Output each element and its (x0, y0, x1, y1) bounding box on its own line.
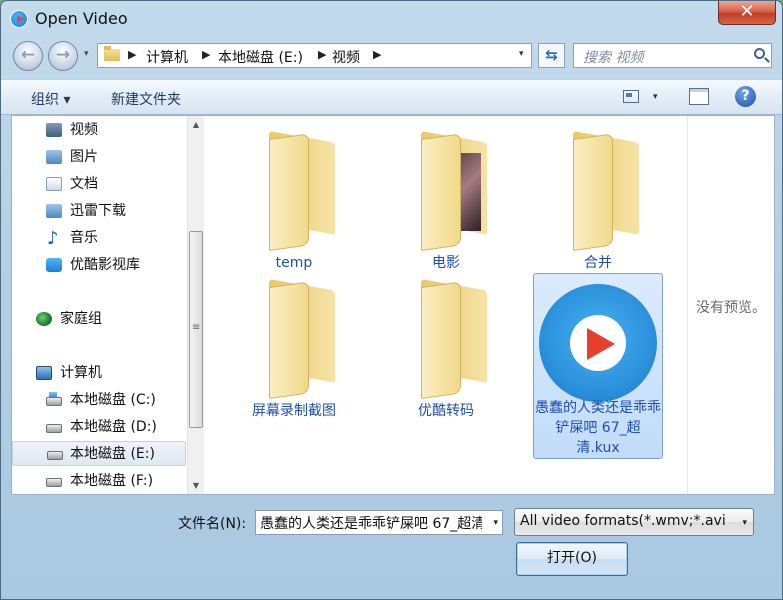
command-toolbar: 组织 ▾ 新建文件夹 ▾ ? (1, 79, 782, 115)
file-label: 愚蠢的人类还是乖乖铲屎吧 67_超清.kux (535, 400, 661, 456)
file-list: temp 电影 合并 屏幕录制截图 优酷转码 愚蠢的人类还是乖乖铲屎吧 67_超… (204, 116, 687, 494)
refresh-button[interactable]: ⇆ (538, 43, 565, 68)
sidebar-item-drive-f[interactable]: 本地磁盘 (F:) (42, 469, 182, 494)
no-preview-message: 没有预览。 (696, 300, 766, 316)
preview-pane-icon[interactable] (689, 88, 709, 105)
file-label: 优酷转码 (418, 403, 474, 419)
documents-library-icon (46, 177, 62, 191)
scroll-down-arrow-icon[interactable]: ▼ (188, 477, 204, 494)
sidebar-item-homegroup[interactable]: 家庭组 (32, 307, 182, 332)
filename-field[interactable]: 愚蠢的人类还是乖乖铲屎吧 67_超清.kux ▾ (255, 510, 503, 535)
sidebar-item-label: 迅雷下载 (70, 203, 126, 219)
recent-locations-dropdown[interactable]: ▾ (84, 49, 89, 59)
folder-item-screen-recordings[interactable]: 屏幕录制截图 (229, 269, 359, 455)
new-folder-button[interactable]: 新建文件夹 (111, 89, 181, 109)
sidebar-item-label: 计算机 (60, 365, 102, 381)
sidebar-item-youku[interactable]: 优酷影视库 (42, 253, 182, 278)
window-title: Open Video (35, 9, 128, 28)
sidebar-item-video[interactable]: 视频 (42, 118, 182, 143)
navigation-pane: 视频 图片 文档 迅雷下载 音乐 优酷影视库 (12, 116, 187, 494)
drive-icon (47, 451, 63, 460)
back-button[interactable]: ← (13, 41, 43, 71)
computer-icon (36, 366, 52, 380)
filename-value[interactable]: 愚蠢的人类还是乖乖铲屎吧 67_超清.kux (260, 513, 482, 533)
search-icon[interactable] (754, 48, 765, 59)
drive-icon (46, 424, 62, 433)
sidebar-item-computer[interactable]: 计算机 (32, 361, 182, 386)
preview-pane: 没有预览。 (687, 116, 774, 494)
help-icon[interactable]: ? (735, 86, 756, 107)
open-button[interactable]: 打开(O) (516, 542, 628, 576)
sidebar-item-label: 优酷影视库 (70, 257, 140, 273)
folder-front (421, 133, 461, 251)
folder-icon (104, 46, 120, 61)
sidebar-item-label: 本地磁盘 (E:) (70, 446, 155, 462)
sidebar-item-label: 本地磁盘 (C:) (70, 392, 156, 408)
sidebar-item-label: 图片 (70, 149, 98, 165)
breadcrumb-computer[interactable]: 计算机 (146, 47, 188, 67)
navigation-scrollbar[interactable]: ▲ ▼ (187, 116, 204, 494)
sidebar-item-label: 家庭组 (60, 311, 102, 327)
forward-button[interactable]: → (48, 41, 78, 71)
sidebar-item-label: 文档 (70, 176, 98, 192)
chevron-right-icon[interactable]: ▶ (373, 48, 381, 61)
chevron-down-icon[interactable]: ▾ (493, 518, 498, 528)
title-bar: Open Video ✕ (1, 1, 782, 37)
sidebar-item-drive-c[interactable]: 本地磁盘 (C:) (42, 388, 182, 413)
file-type-filter[interactable]: All video formats(*.wmv;*.avi ▾ (514, 508, 754, 536)
download-folder-icon (46, 204, 62, 218)
youku-icon (46, 258, 62, 272)
drive-icon (46, 478, 62, 487)
sidebar-item-label: 本地磁盘 (F:) (70, 473, 154, 489)
sidebar-item-drive-e[interactable]: 本地磁盘 (E:) (12, 441, 186, 466)
sidebar-item-pictures[interactable]: 图片 (42, 145, 182, 170)
folder-item-youku-transcode[interactable]: 优酷转码 (381, 269, 511, 455)
chevron-down-icon[interactable]: ▾ (742, 518, 747, 528)
open-video-dialog: Open Video ✕ ← → ▾ ▶ 计算机 ▶ 本地磁盘 (E:) ▶ 视… (0, 0, 783, 600)
organize-menu-button[interactable]: 组织 ▾ (31, 89, 70, 109)
file-item-video[interactable]: 愚蠢的人类还是乖乖铲屎吧 67_超清.kux (533, 273, 663, 459)
breadcrumb-drive-e[interactable]: 本地磁盘 (E:) (218, 47, 303, 67)
homegroup-icon (36, 312, 52, 326)
file-label: 屏幕录制截图 (252, 403, 336, 419)
search-input[interactable]: 搜索 视频 (573, 43, 772, 68)
video-library-icon (46, 123, 62, 137)
address-history-dropdown[interactable]: ▾ (519, 49, 524, 59)
sidebar-item-label: 音乐 (70, 230, 98, 246)
folder-front (573, 133, 613, 251)
video-player-icon (539, 284, 657, 402)
search-placeholder: 搜索 视频 (583, 50, 644, 66)
sidebar-item-documents[interactable]: 文档 (42, 172, 182, 197)
chevron-right-icon[interactable]: ▶ (128, 48, 136, 61)
system-drive-icon (46, 392, 62, 406)
folder-front (269, 133, 309, 251)
breadcrumb-video[interactable]: 视频 (332, 47, 360, 67)
sidebar-item-downloads[interactable]: 迅雷下载 (42, 199, 182, 224)
close-button[interactable]: ✕ (718, 1, 776, 25)
video-player-app-icon (10, 10, 28, 28)
browser-content: 视频 图片 文档 迅雷下载 音乐 优酷影视库 (11, 115, 775, 495)
scroll-up-arrow-icon[interactable]: ▲ (188, 116, 204, 133)
address-bar[interactable]: ▶ 计算机 ▶ 本地磁盘 (E:) ▶ 视频 ▶ (97, 43, 532, 68)
folder-front (269, 281, 309, 399)
folder-front (421, 281, 461, 399)
sidebar-item-label: 视频 (70, 122, 98, 138)
music-library-icon (46, 226, 62, 251)
scrollbar-thumb[interactable] (189, 231, 203, 428)
chevron-right-icon[interactable]: ▶ (318, 48, 326, 61)
sidebar-item-music[interactable]: 音乐 (42, 226, 182, 251)
chevron-right-icon[interactable]: ▶ (202, 48, 210, 61)
sidebar-item-label: 本地磁盘 (D:) (70, 419, 157, 435)
file-type-value: All video formats(*.wmv;*.avi (520, 513, 726, 529)
view-options-dropdown[interactable]: ▾ (653, 92, 658, 102)
filename-label: 文件名(N): (178, 516, 247, 532)
change-view-icon[interactable] (623, 90, 639, 103)
pictures-library-icon (46, 150, 62, 164)
file-label: 合并 (584, 255, 612, 271)
sidebar-item-drive-d[interactable]: 本地磁盘 (D:) (42, 415, 182, 440)
